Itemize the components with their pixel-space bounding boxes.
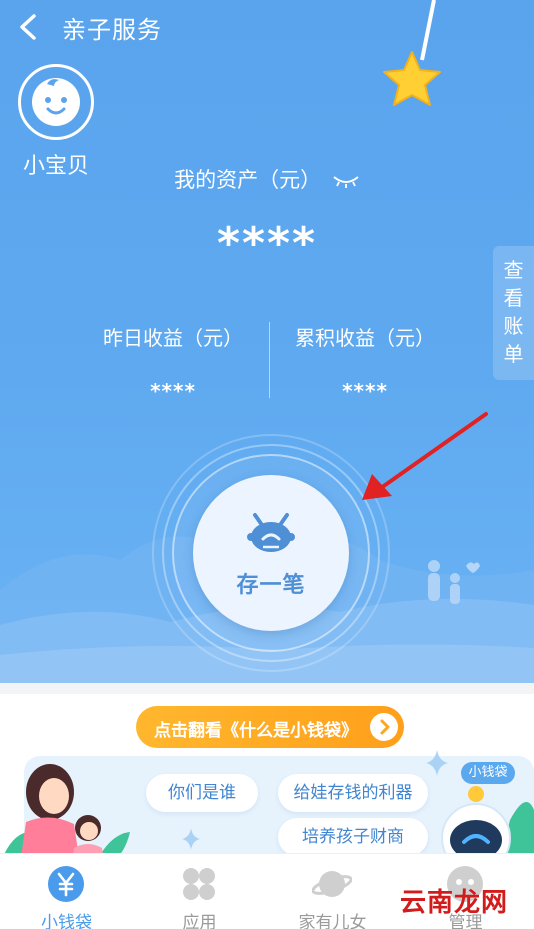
planet-icon	[312, 871, 352, 897]
guide-banner-button[interactable]: 点击翻看《什么是小钱袋》	[136, 706, 404, 748]
top-bar: 亲子服务	[0, 0, 534, 54]
tab-label: 应用	[182, 913, 217, 929]
eye-closed-icon[interactable]	[332, 173, 360, 189]
hero-section: 亲子服务 小宝贝 我的资产（元） **** 昨日收益（元） **** 累积收益（…	[0, 0, 534, 683]
page-title: 亲子服务	[62, 16, 162, 44]
sparkle-icon	[182, 828, 200, 850]
deposit-button[interactable]: 存一笔	[193, 475, 349, 631]
view-bill-char: 查	[503, 258, 524, 282]
baby-face-icon	[32, 78, 80, 126]
chevron-left-icon	[20, 14, 36, 40]
tab-label: 家有儿女	[298, 913, 367, 929]
hanging-star-icon	[383, 0, 441, 106]
robot-mascot-illustration	[441, 786, 534, 854]
assets-value: ****	[216, 218, 318, 269]
sparkle-icon	[426, 750, 448, 776]
yesterday-earnings-label: 昨日收益（元）	[103, 326, 243, 350]
assets-label-text: 我的资产（元）	[174, 168, 322, 192]
mother-child-illustration	[4, 764, 130, 854]
back-button[interactable]	[12, 8, 46, 46]
apps-clover-icon	[183, 868, 215, 900]
yen-coin-icon	[48, 866, 84, 902]
chip-who-we-are[interactable]: 你们是谁	[146, 774, 258, 812]
total-earnings: 累积收益（元） ****	[280, 322, 450, 403]
deposit-label: 存一笔	[236, 573, 306, 598]
tab-mini-wallet[interactable]: 小钱袋	[0, 854, 133, 929]
view-bill-char: 单	[503, 342, 524, 366]
yesterday-earnings-value: ****	[150, 379, 196, 403]
chip-saving-tool[interactable]: 给娃存钱的利器	[278, 774, 428, 812]
yesterday-earnings: 昨日收益（元） ****	[88, 322, 258, 403]
tab-family[interactable]: 家有儿女	[266, 854, 399, 929]
earnings-divider	[269, 322, 270, 398]
tab-apps[interactable]: 应用	[133, 854, 266, 929]
guide-text: 点击翻看《什么是小钱袋》	[154, 721, 358, 741]
content-area: 点击翻看《什么是小钱袋》 你们是谁 给娃存钱的利器 培养孩子财商 小钱袋	[0, 694, 534, 854]
red-arrow-annotation	[362, 412, 488, 500]
view-bill-tab[interactable]: 查 看 账 单	[493, 246, 534, 380]
view-bill-char: 账	[503, 314, 524, 338]
assets-label: 我的资产（元）	[0, 164, 534, 194]
chip-financial-literacy[interactable]: 培养孩子财商	[278, 818, 428, 854]
total-earnings-label: 累积收益（元）	[295, 326, 435, 350]
tab-label: 小钱袋	[41, 913, 92, 929]
chevron-right-circle-icon	[370, 713, 398, 741]
watermark: 云南龙网	[400, 888, 509, 918]
piggy-bank-icon	[247, 513, 295, 552]
view-bill-char: 看	[503, 286, 524, 310]
avatar[interactable]	[18, 64, 94, 140]
